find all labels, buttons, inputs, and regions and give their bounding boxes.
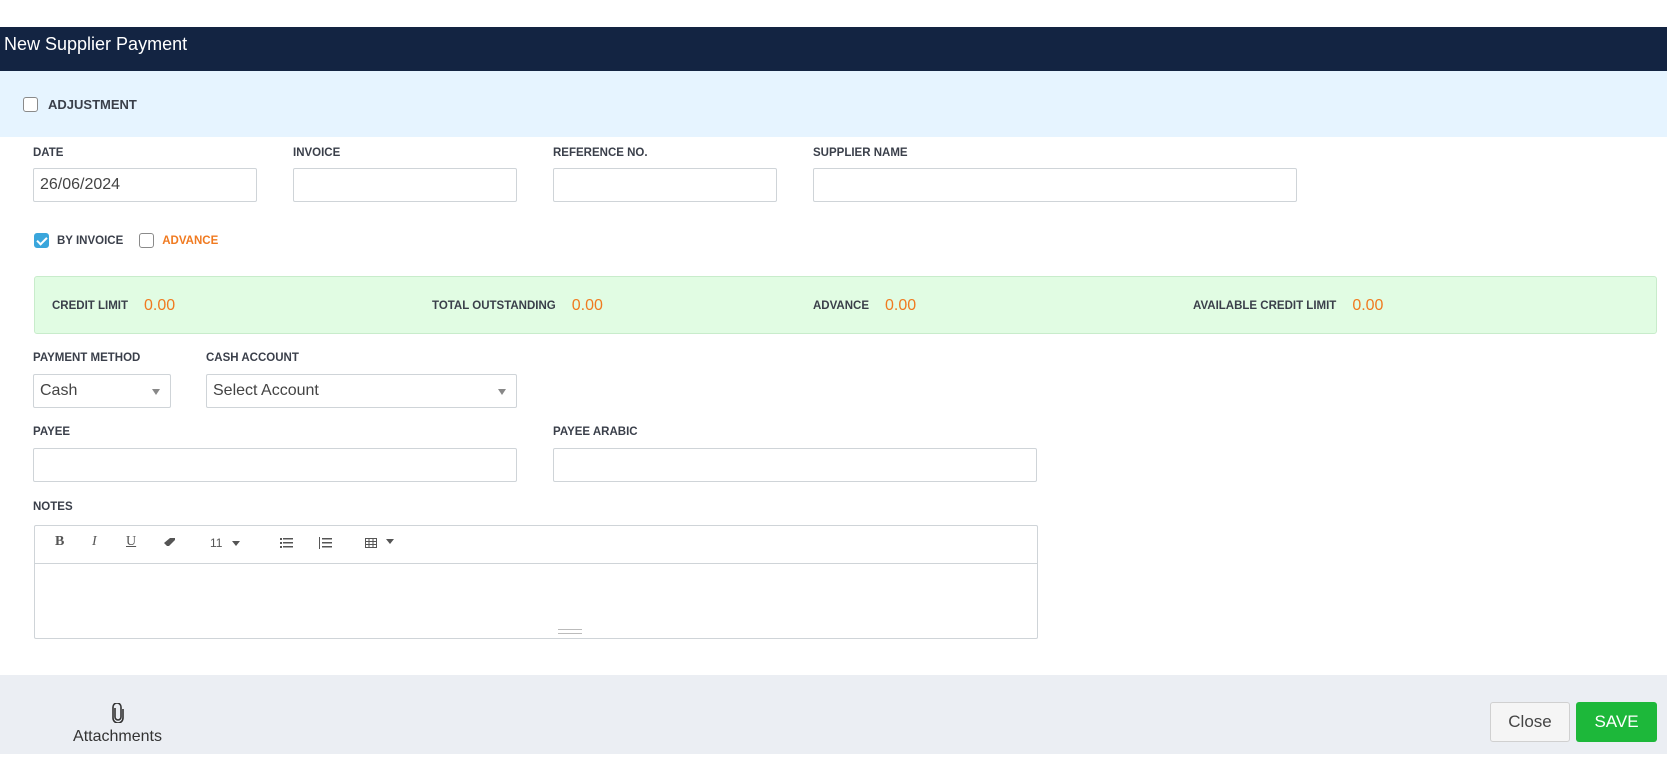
supplier-name-label: SUPPLIER NAME: [813, 147, 908, 159]
date-label: DATE: [33, 147, 64, 159]
attachments-label: Attachments: [73, 728, 162, 745]
available-credit-item: AVAILABLE CREDIT LIMIT 0.00: [1193, 277, 1383, 335]
total-outstanding-value: 0.00: [571, 297, 603, 314]
font-size-value: 11: [210, 536, 223, 550]
underline-button[interactable]: U: [126, 534, 136, 550]
notes-textarea[interactable]: [35, 564, 1037, 638]
table-icon: [365, 538, 377, 548]
save-button[interactable]: SAVE: [1576, 702, 1657, 742]
cash-account-value: Select Account: [213, 382, 319, 399]
paperclip-icon: [70, 702, 165, 728]
credit-limit-item: CREDIT LIMIT 0.00: [52, 277, 175, 335]
cash-account-select[interactable]: Select Account: [206, 374, 517, 408]
date-input[interactable]: [33, 168, 257, 202]
adjustment-checkbox[interactable]: [23, 96, 38, 112]
resize-handle[interactable]: [558, 629, 582, 634]
reference-input[interactable]: [553, 168, 777, 202]
payee-arabic-input[interactable]: [553, 448, 1037, 482]
chevron-down-icon: [152, 389, 160, 395]
by-invoice-checkbox[interactable]: [34, 233, 49, 248]
caret-down-icon: [385, 539, 394, 544]
italic-button[interactable]: I: [92, 534, 97, 550]
advance-item: ADVANCE 0.00: [813, 277, 916, 335]
modal-title: New Supplier Payment: [4, 34, 188, 54]
font-size-dropdown[interactable]: 11: [210, 536, 240, 550]
adjustment-bar: ADJUSTMENT: [0, 71, 1667, 137]
editor-toolbar: B I U 11: [35, 526, 1037, 564]
by-invoice-label: BY INVOICE: [57, 234, 124, 247]
chevron-down-icon: [498, 389, 506, 395]
invoice-label: INVOICE: [293, 147, 341, 159]
caret-down-icon: [231, 541, 240, 547]
attachments-button[interactable]: Attachments: [70, 702, 165, 746]
payment-method-value: Cash: [40, 382, 78, 399]
total-outstanding-item: TOTAL OUTSTANDING 0.00: [432, 277, 603, 335]
available-credit-limit-label: AVAILABLE CREDIT LIMIT: [1193, 300, 1337, 312]
adjustment-label: ADJUSTMENT: [48, 96, 137, 112]
total-outstanding-label: TOTAL OUTSTANDING: [432, 300, 556, 312]
advance-summary-value: 0.00: [885, 297, 917, 314]
supplier-name-input[interactable]: [813, 168, 1297, 202]
ordered-list-icon[interactable]: [319, 537, 332, 554]
notes-label: NOTES: [33, 501, 73, 513]
table-dropdown[interactable]: [365, 537, 394, 553]
credit-limit-label: CREDIT LIMIT: [52, 300, 129, 312]
payment-type-group: BY INVOICE ADVANCE: [34, 233, 234, 248]
reference-label: REFERENCE NO.: [553, 147, 648, 159]
advance-summary-label: ADVANCE: [813, 300, 870, 312]
bold-button[interactable]: B: [55, 534, 64, 550]
advance-label: ADVANCE: [162, 234, 219, 247]
payment-method-select[interactable]: Cash: [33, 374, 171, 408]
advance-checkbox[interactable]: [139, 233, 155, 248]
modal-footer: Attachments Close SAVE: [0, 675, 1667, 754]
notes-editor: B I U 11: [34, 525, 1038, 639]
credit-limit-value: 0.00: [144, 297, 176, 314]
credit-summary-panel: CREDIT LIMIT 0.00 TOTAL OUTSTANDING 0.00…: [34, 276, 1657, 334]
payee-label: PAYEE: [33, 426, 71, 438]
unordered-list-icon[interactable]: [280, 537, 293, 553]
cash-account-label: CASH ACCOUNT: [206, 352, 299, 364]
payee-arabic-label: PAYEE ARABIC: [553, 426, 638, 438]
invoice-input[interactable]: [293, 168, 517, 202]
payment-method-label: PAYMENT METHOD: [33, 352, 141, 364]
eraser-icon[interactable]: [163, 536, 177, 552]
available-credit-limit-value: 0.00: [1352, 297, 1384, 314]
close-button[interactable]: Close: [1490, 702, 1570, 742]
payee-input[interactable]: [33, 448, 517, 482]
modal-header: New Supplier Payment: [0, 27, 1667, 71]
